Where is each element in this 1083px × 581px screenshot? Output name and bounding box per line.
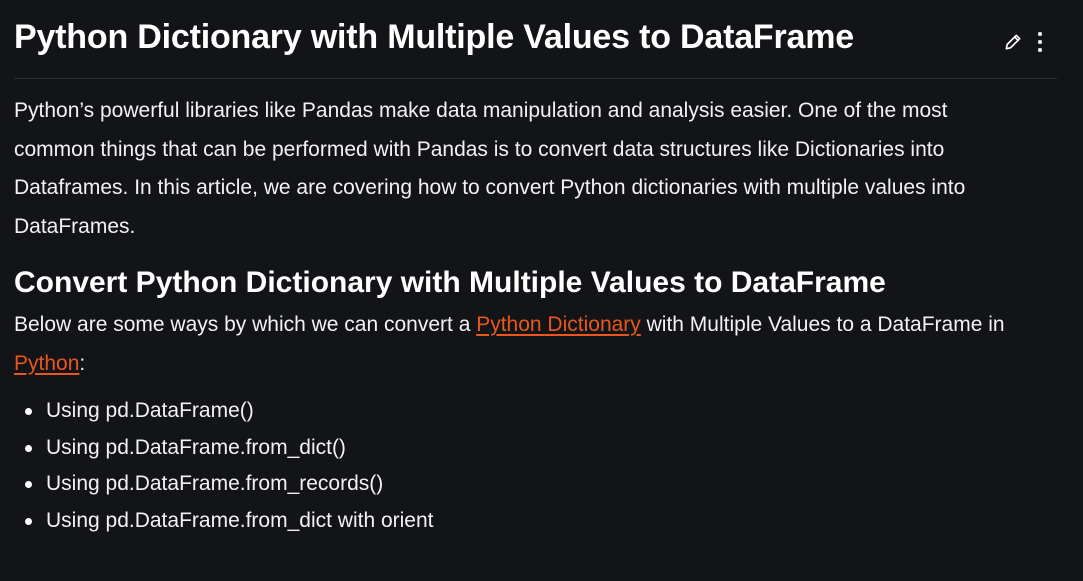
list-item: Using pd.DataFrame.from_dict with orient [14, 503, 1024, 540]
list-item: Using pd.DataFrame.from_dict() [14, 430, 1024, 467]
article-body: Python’s powerful libraries like Pandas … [14, 92, 1024, 539]
article-title: Python Dictionary with Multiple Values t… [14, 18, 854, 56]
list-item: Using pd.DataFrame() [14, 393, 1024, 430]
section-intro-text-2: with Multiple Values to a DataFrame in [640, 313, 1005, 336]
section-intro-text-1: Below are some ways by which we can conv… [14, 313, 477, 336]
intro-paragraph: Python’s powerful libraries like Pandas … [14, 99, 966, 238]
python-link[interactable]: Python [14, 352, 79, 375]
methods-list: Using pd.DataFrame() Using pd.DataFrame.… [14, 393, 1024, 539]
python-dictionary-link[interactable]: Python Dictionary [476, 313, 641, 336]
section-heading: Convert Python Dictionary with Multiple … [14, 266, 886, 299]
article-header: Python Dictionary with Multiple Values t… [14, 0, 1057, 79]
section-intro-text-3: : [79, 351, 86, 375]
pencil-icon[interactable] [1003, 32, 1023, 52]
list-item: Using pd.DataFrame.from_records() [14, 466, 1024, 503]
article-actions [1003, 30, 1043, 54]
section-intro-paragraph: Below are some ways by which we can conv… [14, 306, 1024, 383]
more-vertical-icon[interactable] [1037, 30, 1043, 54]
